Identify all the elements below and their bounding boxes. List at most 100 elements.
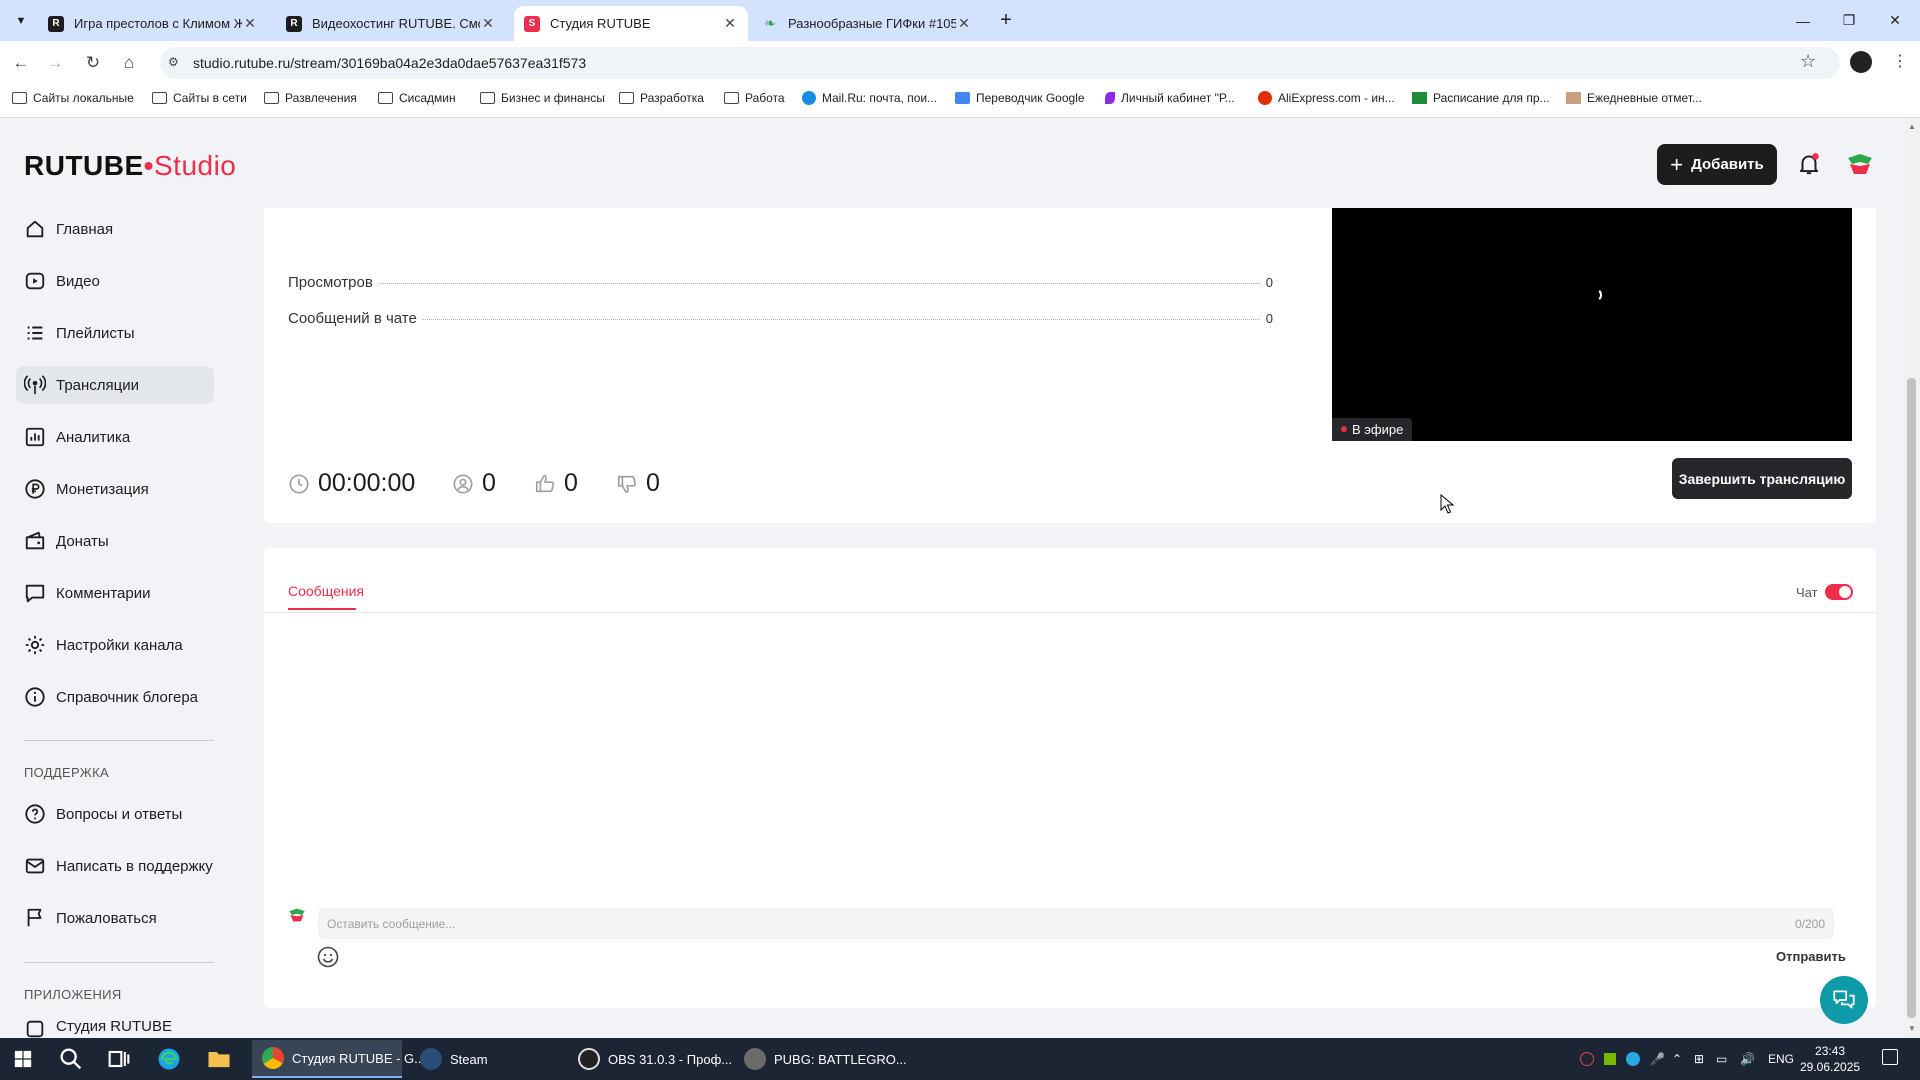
- chat-message-input[interactable]: [318, 908, 1834, 939]
- tab-search-chevron-icon[interactable]: ▼: [10, 10, 32, 32]
- telegram-tray-icon[interactable]: [1626, 1052, 1640, 1066]
- help-chat-button[interactable]: [1820, 976, 1868, 1024]
- microphone-icon[interactable]: 🎤: [1650, 1052, 1665, 1066]
- tray-overflow-icon[interactable]: ⌃: [1672, 1052, 1682, 1066]
- close-tab-icon[interactable]: ✕: [956, 15, 972, 32]
- sidebar-item-analytics[interactable]: Аналитика: [24, 422, 214, 452]
- sidebar-item-channel-settings[interactable]: Настройки канала: [24, 630, 214, 660]
- stat-label: Сообщений в чате: [288, 310, 417, 327]
- sidebar-item-video[interactable]: Видео: [24, 266, 214, 296]
- search-icon[interactable]: [56, 1045, 86, 1073]
- reload-icon[interactable]: ↻: [80, 50, 106, 76]
- close-tab-icon[interactable]: ✕: [722, 15, 738, 32]
- loading-spinner-icon: [1588, 288, 1602, 302]
- taskbar-app-chrome[interactable]: Студия RUTUBE - G...: [252, 1040, 425, 1078]
- minimize-icon[interactable]: —: [1780, 0, 1826, 41]
- bookmark-folder[interactable]: Бизнес и финансы: [480, 91, 605, 105]
- send-button[interactable]: Отправить: [1776, 949, 1846, 964]
- chrome-icon: [262, 1047, 284, 1069]
- end-broadcast-button[interactable]: Завершить трансляцию: [1672, 458, 1852, 499]
- windows-start-icon[interactable]: [8, 1045, 38, 1073]
- bookmark-folder[interactable]: Сайты в сети: [152, 91, 247, 105]
- bookmark-folder[interactable]: Развлечения: [264, 91, 357, 105]
- sidebar-item-report[interactable]: Пожаловаться: [24, 903, 214, 933]
- taskbar-app-obs[interactable]: OBS 31.0.3 - Проф...: [568, 1040, 732, 1078]
- task-view-icon[interactable]: [104, 1045, 134, 1073]
- sidebar-item-studio-app[interactable]: Студия RUTUBE: [24, 1018, 214, 1038]
- user-avatar-icon[interactable]: [1846, 152, 1874, 176]
- bookmark-label: Mail.Ru: почта, пои...: [822, 91, 938, 105]
- edge-browser-icon[interactable]: [154, 1045, 184, 1073]
- stat-label: Просмотров: [288, 274, 373, 291]
- bookmark-folder[interactable]: Разработка: [619, 91, 704, 105]
- sidebar-item-faq[interactable]: Вопросы и ответы: [24, 799, 214, 829]
- bookmark-link[interactable]: Расписание для пр...: [1412, 91, 1550, 105]
- volume-icon[interactable]: 🔊: [1740, 1052, 1755, 1066]
- bookmark-folder[interactable]: Работа: [724, 91, 785, 105]
- stream-preview-player[interactable]: [1332, 208, 1852, 441]
- close-tab-icon[interactable]: ✕: [242, 15, 258, 32]
- url-text: studio.rutube.ru/stream/30169ba04a2e3da0…: [193, 55, 587, 71]
- browser-menu-icon[interactable]: ⋮: [1892, 51, 1908, 71]
- home-icon[interactable]: ⌂: [116, 50, 142, 76]
- browser-tab-1[interactable]: R Игра престолов с Климом Жу ✕: [38, 6, 268, 41]
- taskbar-app-pubg[interactable]: PUBG: BATTLEGRO...: [734, 1040, 907, 1078]
- scrollbar-thumb[interactable]: [1907, 378, 1916, 1018]
- taskbar-clock[interactable]: 23:43 29.06.2025: [1800, 1043, 1860, 1075]
- language-indicator[interactable]: ENG: [1768, 1052, 1794, 1066]
- forward-arrow-icon[interactable]: →: [42, 50, 68, 76]
- sidebar-item-playlists[interactable]: Плейлисты: [24, 318, 214, 348]
- bookmark-link[interactable]: Переводчик Google: [955, 91, 1085, 105]
- browser-tab-2[interactable]: R Видеохостинг RUTUBE. Смотр ✕: [276, 6, 506, 41]
- close-window-icon[interactable]: ✕: [1872, 0, 1918, 41]
- emoji-icon[interactable]: [316, 945, 340, 969]
- sidebar-item-donations[interactable]: Донаты: [24, 526, 214, 556]
- bookmark-folder[interactable]: Сисадмин: [378, 91, 456, 105]
- playlist-icon: [27, 326, 43, 340]
- bookmark-link[interactable]: Mail.Ru: почта, пои...: [802, 91, 937, 105]
- sidebar-item-monetization[interactable]: Монетизация: [24, 474, 214, 504]
- notifications-center-icon[interactable]: [1882, 1049, 1898, 1065]
- sidebar-item-broadcasts[interactable]: Трансляции: [16, 366, 214, 404]
- sidebar-item-blogger-guide[interactable]: Справочник блогера: [24, 682, 214, 712]
- back-arrow-icon[interactable]: ←: [8, 50, 34, 76]
- bookmark-label: Ежедневные отмет...: [1587, 91, 1702, 105]
- browser-tab-4[interactable]: ❧ Разнообразные ГИФки #105 | ✕: [752, 6, 982, 41]
- rutube-studio-logo[interactable]: RUTUBE•Studio: [24, 150, 236, 182]
- sidebar-item-label: Пожаловаться: [56, 909, 157, 927]
- bookmark-link[interactable]: Ежедневные отмет...: [1566, 91, 1702, 105]
- scroll-down-arrow-icon[interactable]: ▼: [1904, 1022, 1920, 1036]
- bookmark-link[interactable]: Личный кабинет "Р...: [1105, 91, 1235, 105]
- browser-tab-3-active[interactable]: S Студия RUTUBE ✕: [514, 6, 748, 41]
- stat-chat-messages: Сообщений в чате 0: [288, 310, 1273, 327]
- add-button[interactable]: + Добавить: [1657, 144, 1777, 185]
- taskbar-app-label: OBS 31.0.3 - Проф...: [608, 1051, 733, 1067]
- notification-bell-icon[interactable]: [1796, 151, 1822, 177]
- chat-toggle-switch[interactable]: [1825, 584, 1853, 600]
- bookmark-link[interactable]: AliExpress.com - ин...: [1258, 91, 1395, 105]
- sidebar-item-comments[interactable]: Комментарии: [24, 578, 214, 608]
- sidebar-item-label: Трансляции: [56, 376, 140, 394]
- close-tab-icon[interactable]: ✕: [480, 15, 496, 32]
- scroll-up-arrow-icon[interactable]: ▲: [1904, 120, 1920, 134]
- tab-messages[interactable]: Сообщения: [288, 583, 364, 599]
- battery-icon[interactable]: ▭: [1716, 1052, 1727, 1066]
- nvidia-tray-icon[interactable]: [1604, 1053, 1616, 1065]
- network-icon[interactable]: ⊞: [1694, 1052, 1704, 1066]
- restore-icon[interactable]: ❐: [1826, 0, 1872, 41]
- bookmark-star-icon[interactable]: ☆: [1800, 51, 1816, 72]
- tray-app-icon[interactable]: [1580, 1052, 1594, 1066]
- sidebar-item-contact-support[interactable]: Написать в поддержку: [24, 851, 214, 881]
- bookmark-label: Расписание для пр...: [1433, 91, 1550, 105]
- live-badge: В эфире: [1332, 418, 1413, 441]
- dotted-leader: [378, 283, 1260, 284]
- new-tab-plus-icon[interactable]: +: [994, 8, 1018, 32]
- profile-avatar-icon[interactable]: [1850, 51, 1872, 73]
- site-settings-icon[interactable]: ⚙: [168, 55, 182, 69]
- taskbar-app-steam[interactable]: Steam: [410, 1040, 560, 1078]
- sidebar-item-home[interactable]: Главная: [24, 214, 214, 244]
- home-icon: [26, 220, 44, 238]
- analytics-icon: [25, 427, 45, 447]
- file-explorer-icon[interactable]: [204, 1045, 234, 1073]
- bookmark-folder[interactable]: Сайты локальные: [12, 91, 134, 105]
